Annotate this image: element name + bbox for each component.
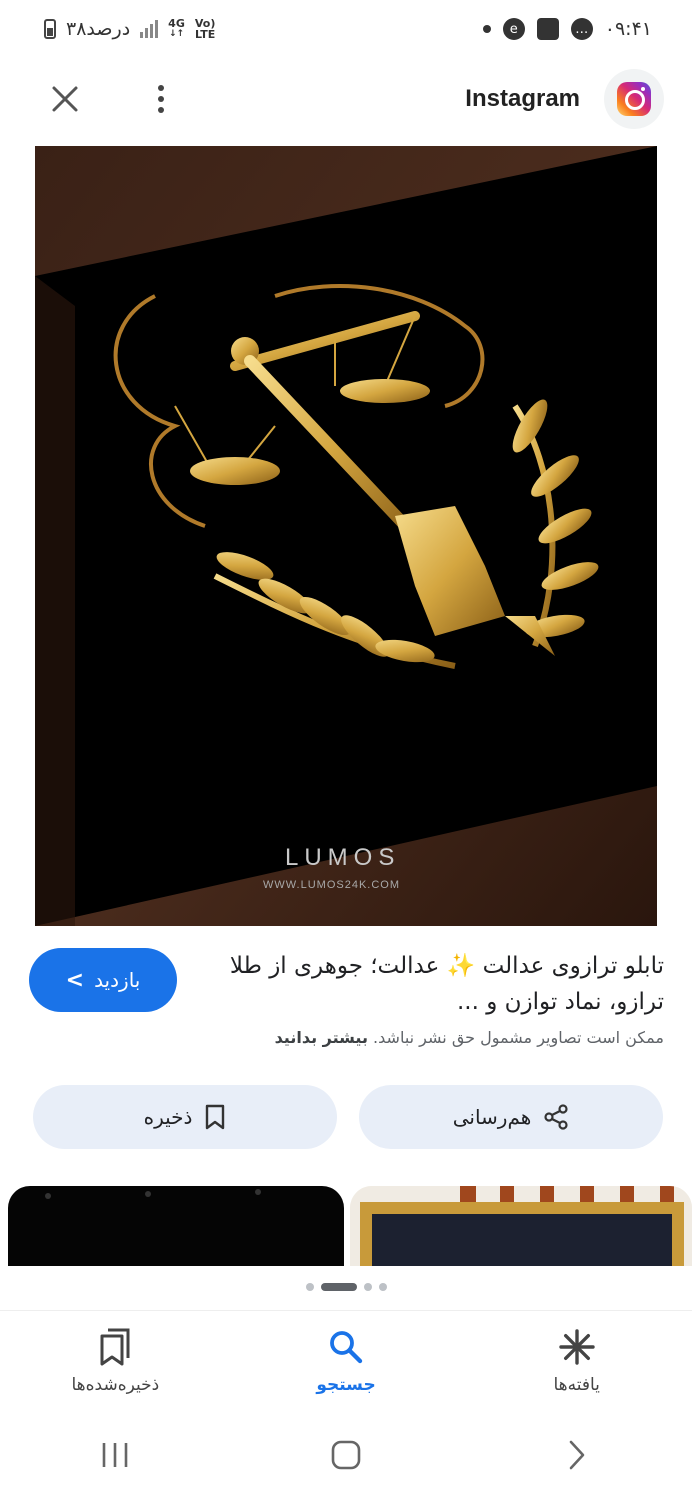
copyright-notice: ممکن است تصاویر مشمول حق نشر نباشد. بیشت… [40, 1028, 664, 1047]
page-dot [305, 1283, 314, 1291]
save-label: ذخیره [143, 1105, 193, 1129]
share-label: هم‌رسانی [452, 1105, 532, 1129]
nav-discover-label: یافته‌ها [553, 1374, 600, 1395]
signal-icon [140, 20, 159, 38]
network-indicator: 4G ↓↑ [168, 17, 185, 39]
notification-dot-icon [482, 25, 491, 33]
page-indicator [0, 1283, 692, 1291]
app-notification-icon: e [502, 18, 525, 40]
visit-label: بازدید [94, 968, 141, 992]
bookmark-icon [206, 1104, 225, 1130]
instagram-logo-icon [617, 82, 651, 116]
close-button[interactable] [40, 74, 90, 124]
copyright-text: ممکن است تصاویر مشمول حق نشر نباشد. [373, 1028, 664, 1047]
save-button[interactable]: ذخیره [33, 1085, 337, 1149]
search-icon [328, 1327, 364, 1367]
status-right: e … ۰۹:۴۱ [482, 18, 652, 40]
nav-search[interactable]: جستجو [266, 1327, 426, 1395]
back-button[interactable] [547, 1430, 607, 1480]
related-image-1[interactable] [8, 1186, 344, 1266]
recents-button[interactable] [85, 1430, 145, 1480]
image-url: WWW.LUMOS24K.COM [263, 879, 401, 891]
viewer-header: Instagram [0, 60, 692, 138]
saved-icon [98, 1327, 132, 1367]
learn-more-link[interactable]: بیشتر بدانید [275, 1028, 368, 1047]
clock: ۰۹:۴۱ [604, 18, 652, 40]
image-brand: LUMOS [285, 844, 401, 871]
gallery-icon [536, 18, 559, 40]
status-bar: ۳۸درصد 4G ↓↑ Vo) LTE e … ۰۹:۴۱ [0, 0, 692, 58]
back-icon [569, 1440, 584, 1470]
share-icon [544, 1104, 568, 1130]
status-left: ۳۸درصد 4G ↓↑ Vo) LTE [44, 18, 215, 40]
site-logo [604, 69, 664, 129]
lte-text: LTE [195, 28, 216, 41]
volte-indicator: Vo) LTE [195, 18, 216, 40]
asterisk-icon [558, 1327, 596, 1367]
battery-icon [44, 19, 56, 39]
related-thumbnail-art [350, 1186, 692, 1266]
result-title[interactable]: تابلو ترازوی عدالت ✨ عدالت؛ جوهری از طلا… [198, 948, 664, 1020]
network-type: 4G [168, 17, 185, 30]
visit-button[interactable]: < بازدید [29, 948, 177, 1012]
more-options-button[interactable] [148, 75, 174, 123]
nav-saved-label: ذخیره‌شده‌ها [71, 1374, 160, 1395]
chat-icon: … [570, 18, 593, 40]
bottom-navigation: یافته‌ها جستجو ذخیره‌شده‌ها [0, 1310, 692, 1410]
battery-text: ۳۸درصد [66, 18, 131, 40]
justice-scale-artwork [35, 146, 657, 926]
page-dot [363, 1283, 372, 1291]
main-image[interactable]: LUMOS WWW.LUMOS24K.COM [35, 146, 657, 926]
close-icon [52, 86, 78, 112]
chevron-left-icon: < [65, 967, 85, 993]
nav-discover[interactable]: یافته‌ها [497, 1327, 657, 1395]
header-actions [40, 74, 174, 124]
source-site[interactable]: Instagram [465, 69, 664, 129]
page-dot [378, 1283, 387, 1291]
recents-icon [103, 1443, 128, 1467]
nav-search-label: جستجو [316, 1374, 376, 1395]
share-button[interactable]: هم‌رسانی [359, 1085, 663, 1149]
page-dot-active [320, 1283, 357, 1291]
home-button[interactable] [316, 1430, 376, 1480]
related-thumbnail-art [45, 1189, 261, 1199]
system-navigation [0, 1420, 692, 1490]
site-name: Instagram [465, 85, 580, 112]
related-image-2[interactable] [350, 1186, 692, 1266]
home-icon [331, 1440, 361, 1470]
nav-saved[interactable]: ذخیره‌شده‌ها [35, 1327, 195, 1395]
